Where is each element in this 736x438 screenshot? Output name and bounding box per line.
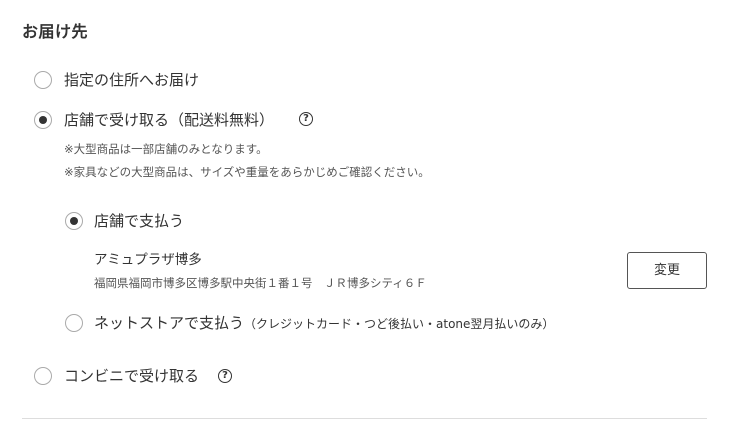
store-note-2: ※家具などの大型商品は、サイズや重量をあらかじめご確認ください。 <box>64 165 430 179</box>
change-store-button[interactable]: 変更 <box>627 252 707 289</box>
radio-pay-at-store[interactable] <box>65 212 83 230</box>
home-delivery-label[interactable]: 指定の住所へお届け <box>64 69 199 90</box>
store-name: アミュプラザ博多 <box>94 252 202 268</box>
pay-online-methods: （クレジットカード・つど後払い・atone翌月払いのみ） <box>244 317 555 331</box>
section-title: お届け先 <box>22 22 89 41</box>
radio-store-pickup[interactable] <box>34 111 52 129</box>
store-pickup-help-icon[interactable]: ? <box>299 112 313 126</box>
radio-pay-online[interactable] <box>65 314 83 332</box>
convenience-pickup-label[interactable]: コンビニで受け取る <box>64 365 199 386</box>
store-note-1: ※大型商品は一部店舗のみとなります。 <box>64 142 268 156</box>
pay-online-label[interactable]: ネットストアで支払う（クレジットカード・つど後払い・atone翌月払いのみ） <box>94 312 554 333</box>
pay-online-main: ネットストアで支払う <box>94 314 245 332</box>
radio-home-delivery[interactable] <box>34 71 52 89</box>
convenience-help-icon[interactable]: ? <box>218 369 232 383</box>
store-pickup-label[interactable]: 店舗で受け取る（配送料無料） <box>64 109 274 130</box>
pay-at-store-label[interactable]: 店舗で支払う <box>94 210 184 231</box>
store-address: 福岡県福岡市博多区博多駅中央街１番１号 ＪＲ博多シティ６Ｆ <box>94 276 427 290</box>
section-divider <box>22 418 707 419</box>
radio-convenience-pickup[interactable] <box>34 367 52 385</box>
